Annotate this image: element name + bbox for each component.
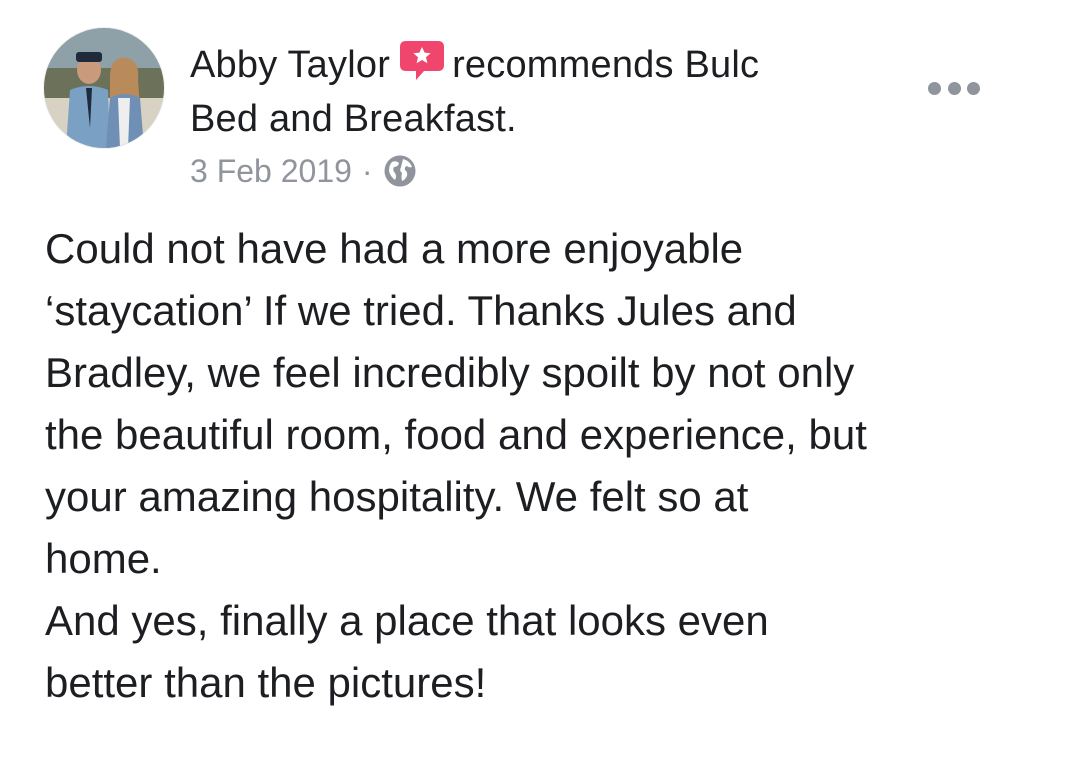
- post-header: Abby Taylor recommends Bulc Bed and Break…: [190, 38, 830, 146]
- author-name[interactable]: Abby Taylor: [190, 44, 390, 86]
- avatar-photo: [44, 28, 164, 148]
- star-speech-bubble-icon: [400, 41, 445, 80]
- post-body: Could not have had a more enjoyable ‘sta…: [45, 225, 867, 706]
- post-date[interactable]: 3 Feb 2019: [190, 148, 352, 194]
- review-post: Abby Taylor recommends Bulc Bed and Break…: [0, 0, 1079, 783]
- post-meta: 3 Feb 2019 ·: [190, 148, 417, 194]
- avatar[interactable]: [44, 28, 164, 148]
- meta-separator: ·: [361, 153, 373, 189]
- ellipsis-dot: [967, 81, 980, 95]
- globe-icon: [384, 155, 416, 187]
- ellipsis-dot: [928, 81, 941, 95]
- ellipsis-dot: [947, 81, 961, 95]
- more-options-button[interactable]: [928, 76, 980, 100]
